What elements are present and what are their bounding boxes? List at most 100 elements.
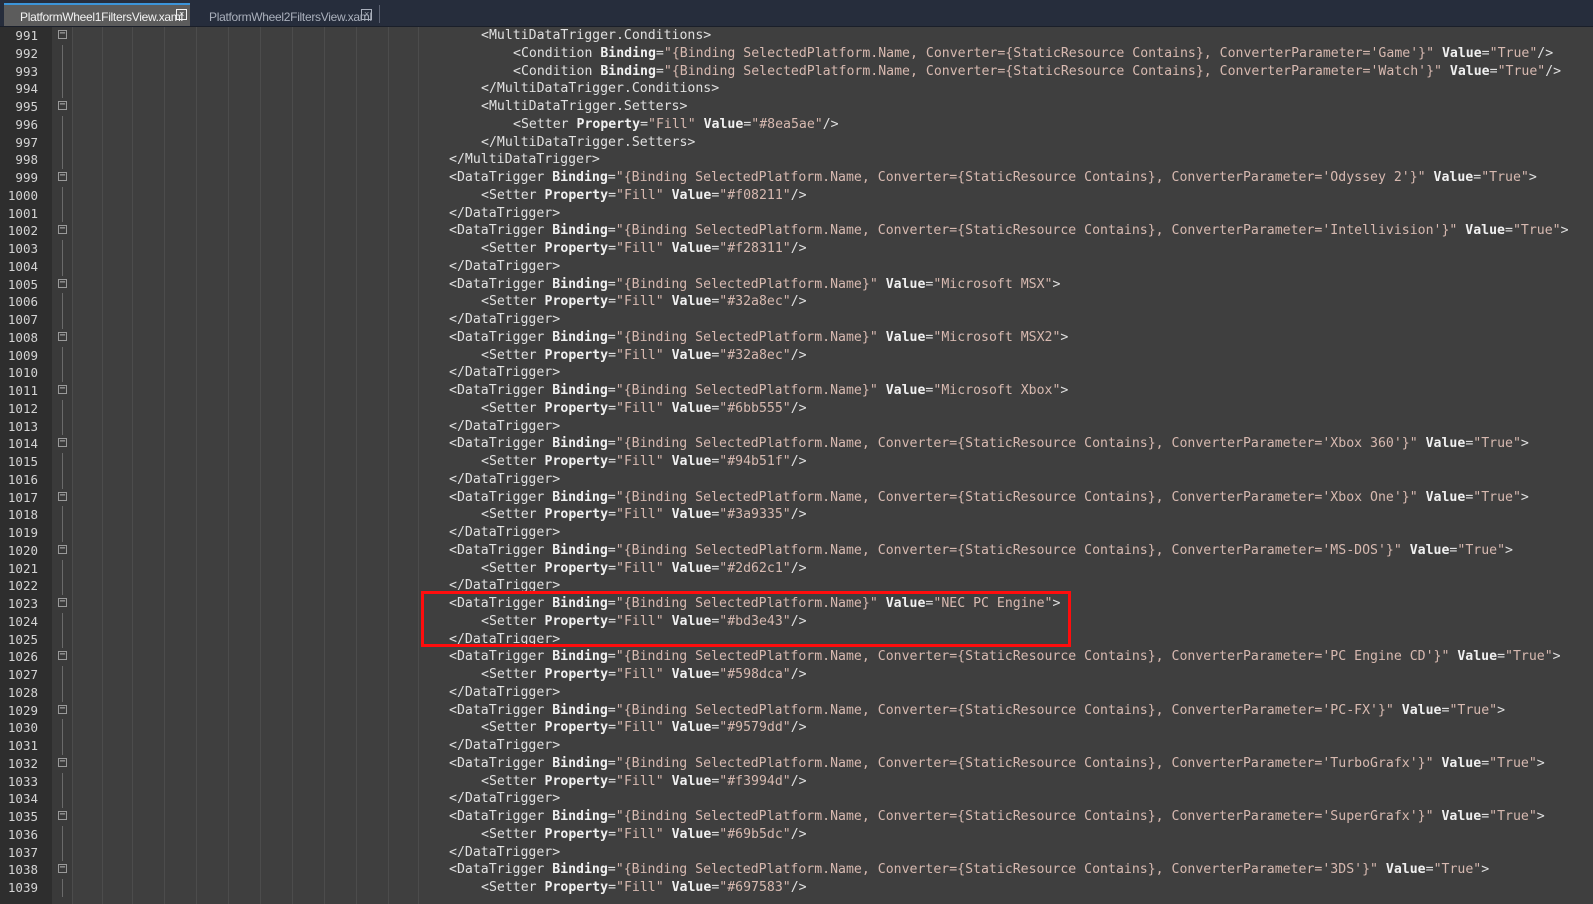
code-line[interactable]: 1002− <DataTrigger Binding="{Binding Sele… — [0, 222, 1593, 240]
collapse-box-icon[interactable]: − — [58, 277, 67, 288]
xml-attribute: Binding — [552, 436, 608, 452]
code-line[interactable]: 998 </MultiDataTrigger> — [0, 151, 1593, 169]
code-line[interactable]: 1036 <Setter Property="Fill" Value="#69b5… — [0, 825, 1593, 844]
xml-markup: = — [1473, 170, 1482, 185]
code-line[interactable]: 996 <Setter Property="Fill" Value="#8ea5a… — [0, 115, 1593, 134]
xml-markup: = — [640, 116, 649, 132]
xml-value: "{Binding SelectedPlatform.Name, Convert… — [615, 542, 1402, 558]
xml-markup: /> — [790, 347, 807, 363]
code-line[interactable]: 1008 − <DataTrigger Binding="{Binding Sele… — [0, 329, 1593, 347]
code-line[interactable]: 991 − <MultiDataTrigger.Conditions> — [0, 27, 1593, 45]
code-line[interactable]: 1030 <Setter Property="Fill" Value="#9579… — [0, 719, 1593, 737]
code-line[interactable]: 1016 </DataTrigger> — [0, 470, 1593, 489]
line-number: 1011 — [7, 383, 38, 398]
tab-platformwheel1filtersview[interactable]: PlatformWheel1FiltersView.xaml × — [4, 3, 190, 26]
xml-markup: </DataTrigger> — [449, 418, 561, 434]
xml-attribute: Value — [671, 560, 712, 576]
code-line[interactable]: 1010 </DataTrigger> — [0, 364, 1593, 382]
close-icon[interactable]: × — [176, 9, 187, 20]
code-line[interactable]: 1018 <Setter Property="Fill" Value="#3a93… — [0, 506, 1593, 524]
code-line[interactable]: 1011 − <DataTrigger Binding="{Binding Sele… — [0, 382, 1593, 400]
fold-line — [62, 470, 63, 489]
code-line[interactable]: 1029 − <DataTrigger Binding="{Binding Sele… — [0, 702, 1593, 720]
code-line[interactable]: 1021 <Setter Property="Fill" Value="#2d62… — [0, 559, 1593, 578]
code-text: <Setter Property="Fill" Value="#f28311"/… — [481, 240, 807, 258]
xml-markup: </DataTrigger> — [449, 471, 561, 487]
fold-line — [62, 772, 63, 791]
code-line[interactable]: 1037 </DataTrigger> — [0, 843, 1593, 862]
code-line[interactable]: 1031 </DataTrigger> — [0, 737, 1593, 755]
code-line[interactable]: 1032− <DataTrigger Binding="{Binding Sele… — [0, 755, 1593, 773]
xml-attribute: Property — [544, 667, 609, 682]
code-line[interactable]: 1014 − <DataTrigger Binding="{Binding Sele… — [0, 435, 1593, 453]
close-icon[interactable]: × — [361, 9, 372, 20]
code-line[interactable]: 1012 <Setter Property="Fill" Value="#6bb5… — [0, 399, 1593, 418]
code-line[interactable]: 1007 </DataTrigger> — [0, 311, 1593, 329]
collapse-box-icon[interactable]: − — [58, 171, 67, 181]
xml-markup — [1418, 436, 1426, 451]
collapse-box-icon[interactable]: − — [58, 810, 67, 820]
xml-markup: = — [607, 755, 616, 771]
xml-value: "Fill" — [616, 187, 664, 203]
line-number: 1027 — [7, 667, 38, 682]
code-line[interactable]: 1000 <Setter Property="Fill" Value="#f082… — [0, 186, 1593, 205]
code-line[interactable]: 1013 </DataTrigger> — [0, 417, 1593, 436]
code-text: </DataTrigger> — [449, 737, 560, 755]
collapse-box-icon[interactable]: − — [58, 100, 67, 110]
code-line[interactable]: 1005 − <DataTrigger Binding="{Binding Sele… — [0, 276, 1593, 294]
line-number: 1010 — [7, 365, 38, 381]
code-line[interactable]: 1017 − <DataTrigger Binding="{Binding Sele… — [0, 489, 1593, 507]
code-editor[interactable]: 991 − <MultiDataTrigger.Conditions> 992 <Con… — [0, 27, 1593, 897]
xml-value: "Fill" — [616, 241, 664, 256]
collapse-box-icon[interactable]: − — [58, 224, 67, 235]
xml-attribute: Value — [671, 187, 712, 203]
code-line[interactable]: 1001 </DataTrigger> — [0, 204, 1593, 223]
line-number: 1020 — [7, 542, 38, 558]
code-line[interactable]: 999− <DataTrigger Binding="{Binding Selec… — [0, 169, 1593, 187]
xml-attribute: Value — [671, 347, 712, 363]
line-number: 1004 — [7, 258, 38, 274]
tab-platformwheel2filtersview[interactable]: PlatformWheel2FiltersView.xaml × — [196, 3, 380, 26]
xml-markup: <Setter — [481, 667, 545, 682]
code-line[interactable]: 1039 <Setter Property="Fill" Value="#6975… — [0, 879, 1593, 897]
code-line[interactable]: 1020 − <DataTrigger Binding="{Binding Sele… — [0, 542, 1593, 560]
xml-attribute: Binding — [552, 862, 608, 878]
collapse-box-icon[interactable]: − — [58, 650, 67, 661]
code-line[interactable]: 1006 <Setter Property="Fill" Value="#32a8… — [0, 293, 1593, 311]
collapse-box-icon[interactable]: − — [58, 703, 67, 714]
xml-markup: > — [1520, 436, 1529, 452]
xml-value: "{Binding SelectedPlatform.Name, Convert… — [615, 223, 1458, 239]
xml-markup: <DataTrigger — [449, 276, 553, 292]
code-line[interactable]: 1026− <DataTrigger Binding="{Binding Sele… — [0, 648, 1593, 666]
collapse-box-icon[interactable]: − — [58, 330, 67, 341]
collapse-box-icon[interactable]: − — [58, 597, 67, 607]
collapse-box-icon[interactable]: − — [58, 543, 67, 554]
code-line[interactable]: 1009 <Setter Property="Fill" Value="#32a8… — [0, 346, 1593, 365]
collapse-box-icon[interactable]: − — [58, 756, 67, 767]
code-line[interactable]: 1028 </DataTrigger> — [0, 683, 1593, 702]
code-line[interactable]: 992 <Condition Binding="{Binding Selected… — [0, 44, 1593, 63]
code-line[interactable]: 997 </MultiDataTrigger.Setters> — [0, 133, 1593, 152]
code-line[interactable]: 1034 </DataTrigger> — [0, 790, 1593, 808]
code-line[interactable]: 1035− <DataTrigger Binding="{Binding Sele… — [0, 808, 1593, 826]
code-line[interactable]: 1004 </DataTrigger> — [0, 257, 1593, 276]
collapse-box-icon[interactable]: − — [58, 490, 67, 501]
code-line[interactable]: 1015 <Setter Property="Fill" Value="#94b5… — [0, 453, 1593, 471]
code-line[interactable]: 1027 <Setter Property="Fill" Value="#598d… — [0, 666, 1593, 684]
code-line[interactable]: 1033 <Setter Property="Fill" Value="#f399… — [0, 772, 1593, 791]
collapse-box-icon[interactable]: − — [58, 863, 67, 874]
code-line[interactable]: 1019 </DataTrigger> — [0, 524, 1593, 542]
code-line[interactable]: 993 <Condition Binding="{Binding Selected… — [0, 62, 1593, 81]
code-line[interactable]: 995 − <MultiDataTrigger.Setters> — [0, 98, 1593, 116]
xml-markup — [664, 667, 672, 682]
collapse-box-icon[interactable]: − — [58, 384, 67, 394]
code-text: <DataTrigger Binding="{Binding SelectedP… — [449, 489, 1529, 507]
code-line[interactable]: 1003 <Setter Property="Fill" Value="#f283… — [0, 240, 1593, 258]
xml-value: "#8ea5ae" — [751, 116, 823, 132]
line-number: 1013 — [7, 418, 38, 434]
collapse-box-icon[interactable]: − — [58, 437, 67, 448]
code-line[interactable]: 1038− <DataTrigger Binding="{Binding Sele… — [0, 861, 1593, 879]
line-number: 1037 — [7, 844, 38, 860]
collapse-box-icon[interactable]: − — [58, 29, 67, 39]
code-line[interactable]: 994 </MultiDataTrigger.Conditions> — [0, 80, 1593, 98]
